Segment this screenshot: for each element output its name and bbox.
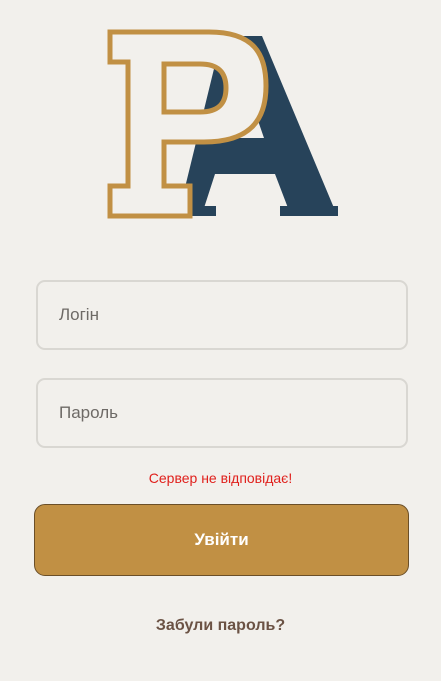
error-message: Сервер не відповідає!: [148, 470, 293, 486]
pa-logo: [104, 28, 344, 222]
pa-monogram-icon: [107, 29, 338, 219]
letter-p-shape: [107, 29, 269, 219]
forgot-password-link[interactable]: Забули пароль?: [0, 617, 441, 635]
password-input[interactable]: [38, 380, 406, 446]
login-button[interactable]: Увійти: [34, 504, 409, 576]
login-field-container: [36, 280, 408, 350]
password-field-container: [36, 378, 408, 448]
login-input[interactable]: [38, 282, 406, 348]
